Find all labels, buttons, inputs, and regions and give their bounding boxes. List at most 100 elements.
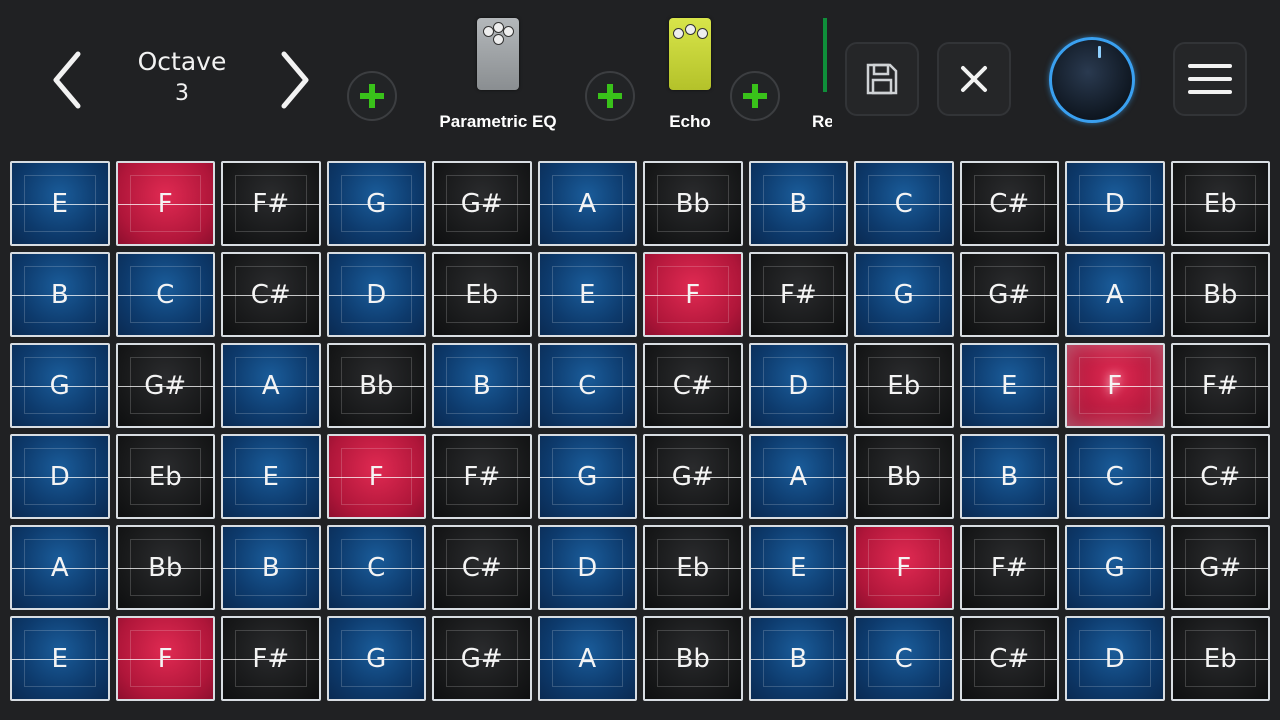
note-pad[interactable]: G <box>1065 525 1165 610</box>
note-label: F <box>157 643 173 674</box>
note-label: F# <box>463 461 501 492</box>
note-pad[interactable]: F <box>326 434 426 519</box>
note-pad[interactable]: Bb <box>643 161 743 246</box>
note-label: G <box>366 643 387 674</box>
note-pad[interactable]: D <box>1065 161 1165 246</box>
note-pad[interactable]: C <box>1065 434 1165 519</box>
note-pad[interactable]: F <box>1065 343 1165 428</box>
note-pad[interactable]: F <box>115 161 215 246</box>
note-pad[interactable]: B <box>221 525 321 610</box>
note-pad[interactable]: C# <box>643 343 743 428</box>
effect-label: Parametric EQ <box>439 112 557 131</box>
note-pad[interactable]: C# <box>221 252 321 337</box>
note-label: C# <box>989 188 1030 219</box>
note-pad[interactable]: G# <box>115 343 215 428</box>
note-pad[interactable]: Bb <box>643 616 743 701</box>
note-pad[interactable]: F# <box>221 161 321 246</box>
note-pad[interactable]: C <box>854 616 954 701</box>
note-label: B <box>50 279 69 310</box>
note-label: G# <box>460 643 503 674</box>
chevron-right-icon[interactable] <box>266 42 322 118</box>
note-pad[interactable]: Bb <box>326 343 426 428</box>
effect-pedal-parametric-eq[interactable]: Parametric EQ <box>428 18 568 132</box>
add-effect-button[interactable] <box>585 71 635 121</box>
note-pad[interactable]: Eb <box>1170 161 1270 246</box>
note-pad[interactable]: B <box>748 616 848 701</box>
note-pad[interactable]: E <box>221 434 321 519</box>
note-pad[interactable]: F <box>115 616 215 701</box>
note-pad[interactable]: Bb <box>1170 252 1270 337</box>
note-pad[interactable]: G <box>10 343 110 428</box>
note-pad[interactable]: Eb <box>115 434 215 519</box>
note-pad[interactable]: A <box>221 343 321 428</box>
note-label: A <box>578 643 597 674</box>
note-pad[interactable]: Bb <box>854 434 954 519</box>
note-pad[interactable]: G <box>537 434 637 519</box>
note-pad[interactable]: C# <box>1170 434 1270 519</box>
note-pad[interactable]: F# <box>959 525 1059 610</box>
note-label: G# <box>671 461 714 492</box>
note-label: F <box>368 461 384 492</box>
add-effect-button[interactable] <box>347 71 397 121</box>
note-pad[interactable]: Eb <box>643 525 743 610</box>
note-label: D <box>788 370 809 401</box>
note-pad[interactable]: G# <box>432 161 532 246</box>
note-pad[interactable]: F# <box>432 434 532 519</box>
note-pad[interactable]: B <box>10 252 110 337</box>
volume-knob[interactable] <box>1049 37 1135 123</box>
note-pad[interactable]: Eb <box>432 252 532 337</box>
note-pad[interactable]: F <box>643 252 743 337</box>
add-effect-button[interactable] <box>730 71 780 121</box>
save-button[interactable] <box>845 42 919 116</box>
note-pad[interactable]: B <box>959 434 1059 519</box>
note-label: G <box>49 370 70 401</box>
note-pad[interactable]: A <box>748 434 848 519</box>
note-pad[interactable]: C <box>854 161 954 246</box>
note-pad[interactable]: F# <box>221 616 321 701</box>
note-pad[interactable]: G# <box>432 616 532 701</box>
note-pad[interactable]: B <box>748 161 848 246</box>
note-pad[interactable]: E <box>748 525 848 610</box>
note-pad[interactable]: F# <box>748 252 848 337</box>
note-pad[interactable]: D <box>326 252 426 337</box>
note-pad[interactable]: C# <box>959 616 1059 701</box>
note-pad[interactable]: G <box>326 161 426 246</box>
note-label: C <box>894 643 913 674</box>
note-pad[interactable]: G# <box>643 434 743 519</box>
note-pad[interactable]: E <box>959 343 1059 428</box>
note-label: Bb <box>359 370 394 401</box>
note-pad[interactable]: D <box>748 343 848 428</box>
note-pad[interactable]: D <box>537 525 637 610</box>
octave-display: Octave 3 <box>122 44 242 108</box>
note-pad[interactable]: A <box>10 525 110 610</box>
note-pad[interactable]: Bb <box>115 525 215 610</box>
note-pad[interactable]: G# <box>959 252 1059 337</box>
note-pad[interactable]: C <box>115 252 215 337</box>
note-pad[interactable]: G <box>326 616 426 701</box>
note-pad[interactable]: A <box>537 161 637 246</box>
note-pad[interactable]: Eb <box>1170 616 1270 701</box>
note-pad[interactable]: C <box>537 343 637 428</box>
note-pad[interactable]: G <box>854 252 954 337</box>
note-pad[interactable]: C <box>326 525 426 610</box>
note-label: C# <box>672 370 713 401</box>
note-pad[interactable]: C# <box>959 161 1059 246</box>
note-pad[interactable]: A <box>1065 252 1165 337</box>
note-pad[interactable]: B <box>432 343 532 428</box>
note-pad[interactable]: C# <box>432 525 532 610</box>
note-pad[interactable]: E <box>10 616 110 701</box>
note-pad[interactable]: E <box>537 252 637 337</box>
note-pad[interactable]: E <box>10 161 110 246</box>
note-pad[interactable]: D <box>10 434 110 519</box>
note-pad[interactable]: G# <box>1170 525 1270 610</box>
chevron-left-icon[interactable] <box>40 42 96 118</box>
note-pad[interactable]: Eb <box>854 343 954 428</box>
close-button[interactable] <box>937 42 1011 116</box>
note-pad[interactable]: D <box>1065 616 1165 701</box>
note-pad[interactable]: F# <box>1170 343 1270 428</box>
menu-button[interactable] <box>1173 42 1247 116</box>
effect-pedal-echo[interactable]: Echo <box>650 18 730 132</box>
note-pad[interactable]: A <box>537 616 637 701</box>
note-label: E <box>262 461 279 492</box>
note-pad[interactable]: F <box>854 525 954 610</box>
